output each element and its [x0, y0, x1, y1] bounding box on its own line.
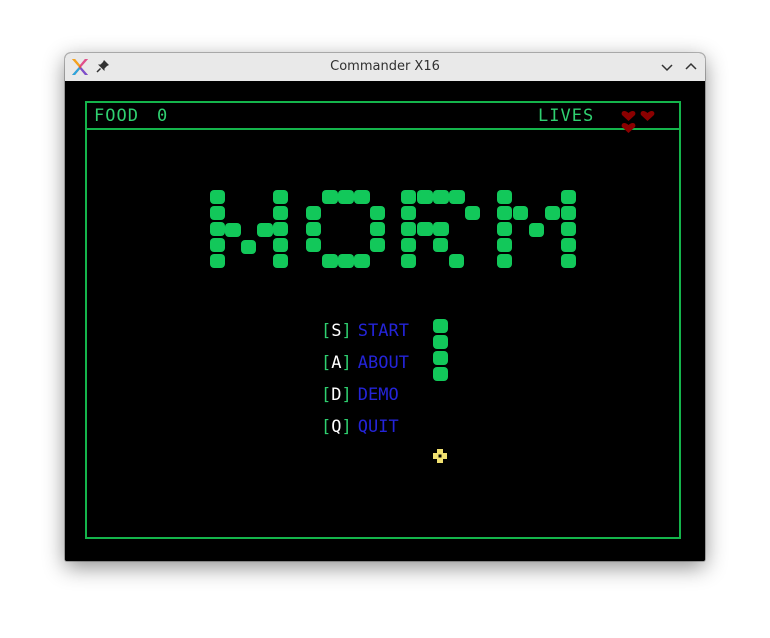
menu-bracket-open: [	[321, 321, 332, 341]
worm-segment	[433, 351, 448, 365]
logo-m-stroke	[561, 254, 576, 268]
logo-o-stroke	[322, 190, 338, 204]
menu-item-start[interactable]: [S] START	[321, 321, 409, 353]
menu-item-label: DEMO	[357, 385, 399, 405]
logo-w-stroke	[210, 254, 225, 268]
logo-o-stroke	[370, 206, 385, 220]
menu-item-label: ABOUT	[357, 353, 409, 373]
logo-w-stroke	[225, 223, 241, 237]
menu-bracket-open: [	[321, 385, 332, 405]
menu-bracket-close: ]	[341, 417, 352, 437]
logo-w-stroke	[273, 206, 288, 220]
logo-m-stroke	[497, 190, 512, 204]
menu-bracket-open: [	[321, 417, 332, 437]
emulator-window: Commander X16 FOOD 0 LIVES [S] START [A] AB…	[65, 53, 705, 561]
logo-o-stroke	[338, 254, 354, 268]
logo-w-stroke	[273, 238, 288, 252]
main-menu: [S] START [A] ABOUT [D] DEMO [Q] QUIT	[321, 321, 409, 449]
logo-r-stroke	[401, 206, 416, 220]
menu-hotkey: D	[331, 385, 342, 405]
logo-w-stroke	[273, 254, 288, 268]
logo-w-stroke	[273, 222, 288, 236]
menu-hotkey: S	[331, 321, 342, 341]
logo-w-stroke	[210, 190, 225, 204]
logo-r-stroke	[401, 254, 416, 268]
menu-item-quit[interactable]: [Q] QUIT	[321, 417, 409, 449]
menu-hotkey: Q	[331, 417, 342, 437]
worm-segment	[433, 367, 448, 381]
menu-bracket-close: ]	[341, 321, 352, 341]
game-screen[interactable]: FOOD 0 LIVES [S] START [A] ABOUT [D] DEMO [Q] Q…	[65, 81, 705, 561]
menu-item-label: QUIT	[357, 417, 399, 437]
chevron-up-icon[interactable]	[683, 59, 699, 75]
window-title: Commander X16	[330, 59, 440, 74]
logo-r-stroke	[417, 190, 433, 204]
logo-r-stroke	[433, 238, 448, 252]
logo-m-stroke	[497, 206, 512, 220]
menu-hotkey: A	[331, 353, 342, 373]
logo-r-stroke	[433, 222, 449, 236]
logo-o-stroke	[370, 222, 385, 236]
logo-o-stroke	[322, 254, 338, 268]
logo-w-stroke	[210, 206, 225, 220]
logo-m-stroke	[561, 206, 576, 220]
logo-r-stroke	[465, 206, 480, 220]
worm-segment	[433, 335, 448, 349]
logo-o-stroke	[306, 206, 321, 220]
logo-r-stroke	[449, 254, 464, 268]
logo-w-stroke	[241, 240, 256, 254]
menu-item-about[interactable]: [A] ABOUT	[321, 353, 409, 385]
logo-m-stroke	[497, 222, 512, 236]
chevron-down-icon[interactable]	[659, 59, 675, 75]
logo-m-stroke	[497, 254, 512, 268]
logo-r-stroke	[401, 238, 416, 252]
logo-w-stroke	[210, 238, 225, 252]
logo-o-stroke	[354, 254, 370, 268]
menu-bracket-close: ]	[341, 353, 352, 373]
menu-bracket-close: ]	[341, 385, 352, 405]
logo-o-stroke	[338, 190, 354, 204]
logo-m-stroke	[545, 206, 560, 220]
menu-item-label: START	[357, 321, 409, 341]
worm-segment	[433, 319, 448, 333]
logo-m-stroke	[529, 223, 544, 237]
logo-r-stroke	[449, 190, 465, 204]
logo-m-stroke	[497, 238, 512, 252]
logo-r-stroke	[417, 222, 433, 236]
logo-m-stroke	[561, 238, 576, 252]
menu-item-demo[interactable]: [D] DEMO	[321, 385, 409, 417]
logo-w-stroke	[210, 222, 225, 236]
logo-o-stroke	[354, 190, 370, 204]
logo-m-stroke	[561, 190, 576, 204]
flower-food-icon	[433, 449, 447, 463]
logo-m-stroke	[561, 222, 576, 236]
menu-bracket-open: [	[321, 353, 332, 373]
logo-o-stroke	[306, 238, 321, 252]
logo-o-stroke	[370, 238, 385, 252]
logo-m-stroke	[513, 206, 528, 220]
logo-o-stroke	[306, 222, 321, 236]
logo-w-stroke	[257, 223, 273, 237]
logo-w-stroke	[273, 190, 288, 204]
logo-r-stroke	[401, 190, 416, 204]
logo-r-stroke	[433, 190, 449, 204]
logo-r-stroke	[401, 222, 416, 236]
title-bar[interactable]: Commander X16	[65, 53, 705, 82]
